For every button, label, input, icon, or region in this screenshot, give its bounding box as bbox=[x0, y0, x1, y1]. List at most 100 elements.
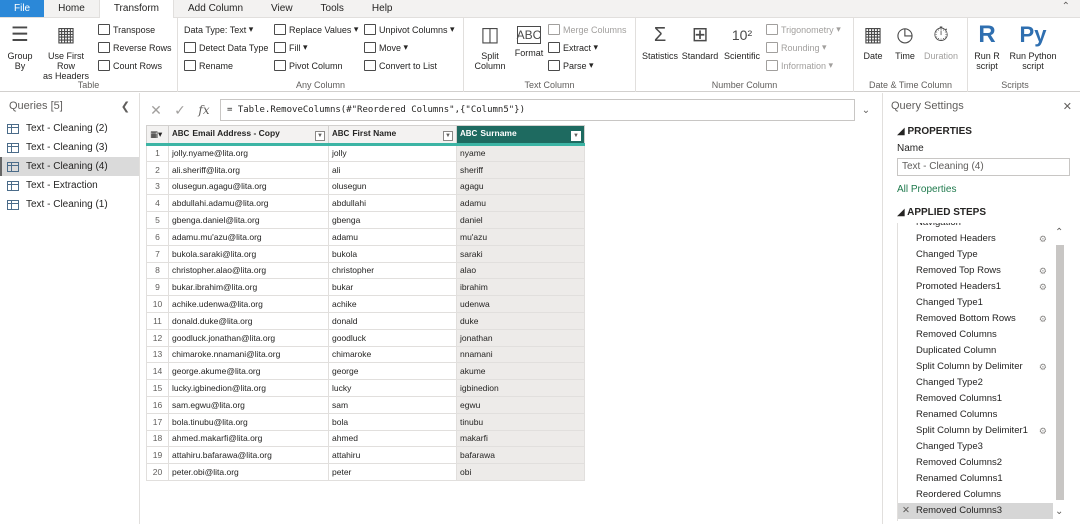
step-settings-icon[interactable]: ⚙ bbox=[1039, 423, 1047, 439]
cell-first-name[interactable]: george bbox=[328, 362, 457, 381]
cell-email[interactable]: abdullahi.adamu@lita.org bbox=[168, 194, 329, 213]
cell-first-name[interactable]: abdullahi bbox=[328, 194, 457, 213]
applied-step[interactable]: Renamed Columns1 bbox=[898, 471, 1067, 487]
query-item-selected[interactable]: Text - Cleaning (4) bbox=[0, 157, 139, 176]
scroll-down-icon[interactable]: ⌄ bbox=[1055, 506, 1063, 517]
cell-first-name[interactable]: jolly bbox=[328, 144, 457, 162]
tab-view[interactable]: View bbox=[257, 0, 307, 17]
cell-first-name[interactable]: bola bbox=[328, 412, 457, 431]
table-row[interactable]: 6 adamu.mu'azu@lita.org adamu mu'azu bbox=[146, 227, 585, 246]
cell-first-name[interactable]: peter bbox=[328, 463, 457, 481]
parse-button[interactable]: Parse ▾ bbox=[548, 60, 594, 71]
cell-first-name[interactable]: lucky bbox=[328, 379, 457, 397]
cell-first-name[interactable]: goodluck bbox=[328, 328, 457, 347]
step-settings-icon[interactable]: ⚙ bbox=[1039, 231, 1047, 247]
applied-step[interactable]: Split Column by Delimiter ⚙ bbox=[898, 359, 1067, 375]
table-row[interactable]: 19 attahiru.bafarawa@lita.org attahiru bafa… bbox=[146, 446, 585, 465]
cell-first-name[interactable]: bukola bbox=[328, 244, 457, 263]
cell-surname[interactable]: agagu bbox=[456, 177, 585, 196]
tab-file[interactable]: File bbox=[0, 0, 45, 17]
filter-dropdown-icon[interactable]: ▼ bbox=[571, 131, 581, 141]
table-row[interactable]: 4 abdullahi.adamu@lita.org abdullahi adamu bbox=[146, 194, 585, 213]
step-settings-icon[interactable]: ⚙ bbox=[1039, 359, 1047, 375]
detect-data-type-button[interactable]: Detect Data Type bbox=[184, 42, 268, 53]
tab-home[interactable]: Home bbox=[44, 0, 99, 17]
information-button[interactable]: Information ▾ bbox=[766, 60, 833, 71]
tab-help[interactable]: Help bbox=[358, 0, 407, 17]
applied-step[interactable]: Promoted Headers ⚙ bbox=[898, 231, 1067, 247]
all-properties-link[interactable]: All Properties bbox=[883, 178, 1080, 201]
cell-surname[interactable]: duke bbox=[456, 311, 585, 330]
scroll-up-icon[interactable]: ⌃ bbox=[1055, 227, 1063, 238]
applied-step[interactable]: Removed Columns1 bbox=[898, 391, 1067, 407]
table-row[interactable]: 2 ali.sheriff@lita.org ali sheriff bbox=[146, 160, 585, 179]
filter-dropdown-icon[interactable]: ▼ bbox=[315, 131, 325, 141]
table-row[interactable]: 18 ahmed.makarfi@lita.org ahmed makarfi bbox=[146, 429, 585, 448]
statistics-button[interactable]: Σ Statistics bbox=[640, 22, 680, 61]
convert-to-list-button[interactable]: Convert to List bbox=[364, 60, 437, 71]
column-header-surname[interactable]: ABC Surname ▼ bbox=[456, 125, 585, 146]
table-row[interactable]: 17 bola.tinubu@lita.org bola tinubu bbox=[146, 412, 585, 431]
cell-surname[interactable]: sheriff bbox=[456, 160, 585, 179]
unpivot-columns-button[interactable]: Unpivot Columns ▾ bbox=[364, 24, 455, 35]
cell-email[interactable]: goodluck.jonathan@lita.org bbox=[168, 328, 329, 347]
table-row[interactable]: 7 bukola.saraki@lita.org bukola saraki bbox=[146, 244, 585, 263]
cell-email[interactable]: jolly.nyame@lita.org bbox=[168, 144, 329, 162]
date-button[interactable]: ▦ Date bbox=[856, 22, 890, 61]
rounding-button[interactable]: Rounding ▾ bbox=[766, 42, 827, 53]
count-rows-button[interactable]: Count Rows bbox=[98, 60, 162, 71]
applied-step[interactable]: ✕ Removed Columns3 bbox=[898, 503, 1067, 519]
cell-first-name[interactable]: christopher bbox=[328, 261, 457, 280]
tab-add-column[interactable]: Add Column bbox=[174, 0, 257, 17]
table-row[interactable]: 8 christopher.alao@lita.org christopher ala… bbox=[146, 261, 585, 280]
reverse-rows-button[interactable]: Reverse Rows bbox=[98, 42, 172, 53]
collapse-queries-icon[interactable]: ❮ bbox=[121, 100, 130, 113]
cell-surname[interactable]: saraki bbox=[456, 244, 585, 263]
cell-email[interactable]: chimaroke.nnamani@lita.org bbox=[168, 345, 329, 364]
standard-button[interactable]: ⊞ Standard bbox=[680, 22, 720, 61]
cell-email[interactable]: sam.egwu@lita.org bbox=[168, 395, 329, 414]
expand-formula-icon[interactable]: ⌄ bbox=[855, 105, 877, 116]
applied-step[interactable]: Removed Columns2 bbox=[898, 455, 1067, 471]
cell-surname[interactable]: alao bbox=[456, 261, 585, 280]
cell-email[interactable]: olusegun.agagu@lita.org bbox=[168, 177, 329, 196]
data-type-dropdown[interactable]: Data Type: Text ▾ bbox=[184, 24, 253, 35]
cell-surname[interactable]: jonathan bbox=[456, 328, 585, 347]
cell-surname[interactable]: ibrahim bbox=[456, 278, 585, 297]
cell-surname[interactable]: obi bbox=[456, 463, 585, 481]
table-row[interactable]: 10 achike.udenwa@lita.org achike udenwa bbox=[146, 295, 585, 313]
cell-surname[interactable]: makarfi bbox=[456, 429, 585, 448]
applied-step[interactable]: Removed Bottom Rows ⚙ bbox=[898, 311, 1067, 327]
cell-surname[interactable]: udenwa bbox=[456, 295, 585, 313]
cell-surname[interactable]: adamu bbox=[456, 194, 585, 213]
extract-button[interactable]: Extract ▾ bbox=[548, 42, 598, 53]
steps-scrollbar[interactable]: ⌃ ⌄ bbox=[1053, 223, 1067, 521]
cell-email[interactable]: adamu.mu'azu@lita.org bbox=[168, 227, 329, 246]
step-settings-icon[interactable]: ⚙ bbox=[1039, 279, 1047, 295]
cell-email[interactable]: ahmed.makarfi@lita.org bbox=[168, 429, 329, 448]
applied-step[interactable]: Split Column by Delimiter1 ⚙ bbox=[898, 423, 1067, 439]
cell-email[interactable]: peter.obi@lita.org bbox=[168, 463, 329, 481]
cell-first-name[interactable]: adamu bbox=[328, 227, 457, 246]
step-settings-icon[interactable]: ⚙ bbox=[1039, 311, 1047, 327]
cell-email[interactable]: christopher.alao@lita.org bbox=[168, 261, 329, 280]
run-python-script-button[interactable]: Py Run Python script bbox=[1006, 22, 1060, 72]
table-row[interactable]: 1 jolly.nyame@lita.org jolly nyame bbox=[146, 144, 585, 162]
query-item[interactable]: Text - Cleaning (3) bbox=[0, 138, 139, 157]
step-settings-icon[interactable]: ⚙ bbox=[1039, 263, 1047, 279]
trigonometry-button[interactable]: Trigonometry ▾ bbox=[766, 24, 841, 35]
table-row[interactable]: 16 sam.egwu@lita.org sam egwu bbox=[146, 395, 585, 414]
move-button[interactable]: Move ▾ bbox=[364, 42, 408, 53]
cell-email[interactable]: bukola.saraki@lita.org bbox=[168, 244, 329, 263]
tab-tools[interactable]: Tools bbox=[307, 0, 358, 17]
table-row[interactable]: 15 lucky.igbinedion@lita.org lucky igbinedi… bbox=[146, 379, 585, 397]
merge-columns-button[interactable]: Merge Columns bbox=[548, 24, 627, 35]
duration-button[interactable]: ⏱ Duration bbox=[920, 22, 962, 61]
table-row[interactable]: 12 goodluck.jonathan@lita.org goodluck jona… bbox=[146, 328, 585, 347]
cell-surname[interactable]: tinubu bbox=[456, 412, 585, 431]
applied-step[interactable]: Duplicated Column bbox=[898, 343, 1067, 359]
cell-email[interactable]: donald.duke@lita.org bbox=[168, 311, 329, 330]
applied-step[interactable]: Changed Type1 bbox=[898, 295, 1067, 311]
query-item[interactable]: Text - Cleaning (1) bbox=[0, 195, 139, 214]
cell-first-name[interactable]: olusegun bbox=[328, 177, 457, 196]
